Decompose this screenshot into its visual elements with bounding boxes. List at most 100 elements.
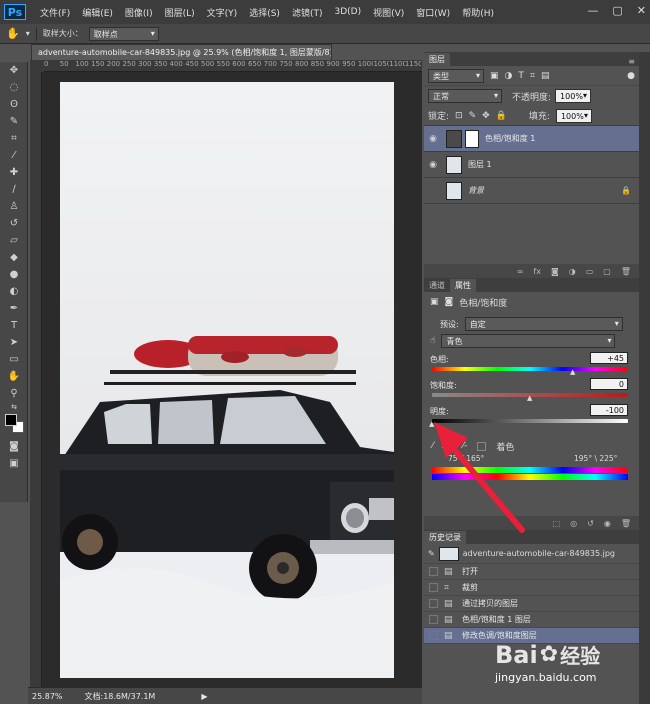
minimize-button[interactable]: —	[587, 4, 598, 17]
history-item[interactable]: ⌗ 裁剪	[424, 580, 639, 596]
move-tool-icon[interactable]: ✥	[0, 62, 28, 79]
paint-bucket-tool-icon[interactable]: ◆	[0, 249, 28, 266]
clone-stamp-tool-icon[interactable]: ♙	[0, 198, 28, 215]
sample-size-select[interactable]: 取样点	[88, 26, 159, 41]
lasso-tool-icon[interactable]: ʘ	[0, 96, 28, 113]
history-snapshot[interactable]: ✎ adventure-automobile-car-849835.jpg	[424, 544, 639, 564]
hand-tool-icon[interactable]: ✋	[0, 368, 28, 385]
new-group-icon[interactable]: ▭	[586, 267, 594, 276]
path-select-tool-icon[interactable]: ➤	[0, 334, 28, 351]
layer-filter-select[interactable]: 类型	[428, 68, 484, 83]
eyedropper-tool-icon[interactable]: ⁄	[0, 147, 28, 164]
menu-edit[interactable]: 编辑(E)	[76, 6, 119, 19]
menu-layer[interactable]: 图层(L)	[159, 6, 201, 19]
layer-row[interactable]: ◉ 图层 1	[424, 152, 639, 178]
swap-colors-icon[interactable]: ⇆	[0, 402, 28, 412]
history-checkbox[interactable]	[429, 583, 438, 592]
history-brush-tool-icon[interactable]: ↺	[0, 215, 28, 232]
screen-mode-icon[interactable]: ▣	[0, 455, 28, 472]
healing-brush-tool-icon[interactable]: ✚	[0, 164, 28, 181]
close-button[interactable]: ✕	[637, 4, 646, 17]
opacity-input[interactable]: 100%	[555, 89, 592, 103]
document-image[interactable]	[60, 82, 394, 678]
lock-transparent-icon[interactable]: ⊡	[455, 111, 463, 121]
menu-image[interactable]: 图像(I)	[119, 6, 159, 19]
zoom-level[interactable]: 25.87%	[32, 692, 63, 701]
menu-help[interactable]: 帮助(H)	[456, 6, 500, 19]
menu-3d[interactable]: 3D(D)	[328, 7, 367, 17]
saturation-input[interactable]: 0	[590, 378, 628, 390]
link-layers-icon[interactable]: ∞	[517, 267, 524, 276]
history-item[interactable]: ▤ 打开	[424, 564, 639, 580]
status-menu-arrow-icon[interactable]: ▶	[201, 692, 207, 701]
saturation-slider-handle[interactable]: ▲	[527, 394, 532, 402]
layer-style-icon[interactable]: fx	[533, 267, 541, 276]
quick-select-tool-icon[interactable]: ✎	[0, 113, 28, 130]
blur-tool-icon[interactable]: ●	[0, 266, 28, 283]
lock-position-icon[interactable]: ✥	[482, 111, 490, 121]
color-swatches[interactable]	[0, 412, 27, 438]
foreground-color-swatch[interactable]	[5, 414, 17, 426]
layer-row[interactable]: 背景 🔒	[424, 178, 639, 204]
blend-mode-select[interactable]: 正常	[428, 89, 502, 103]
brush-tool-icon[interactable]: ∕	[0, 181, 28, 198]
marquee-tool-icon[interactable]: ◌	[0, 79, 28, 96]
zoom-tool-icon[interactable]: ⚲	[0, 385, 28, 402]
history-item[interactable]: ▤ 色相/饱和度 1 图层	[424, 612, 639, 628]
rectangle-tool-icon[interactable]: ▭	[0, 351, 28, 368]
filter-smart-icon[interactable]: ▤	[541, 71, 550, 81]
hue-slider[interactable]	[432, 367, 628, 371]
lightness-input[interactable]: -100	[590, 404, 628, 416]
tab-layers[interactable]: 图层	[424, 53, 450, 66]
preset-select[interactable]: 自定	[464, 317, 623, 331]
dodge-tool-icon[interactable]: ◐	[0, 283, 28, 300]
menu-select[interactable]: 选择(S)	[243, 6, 286, 19]
visibility-toggle[interactable]	[424, 186, 442, 196]
filter-toggle-icon[interactable]: ●	[627, 71, 635, 81]
filter-adjust-icon[interactable]: ◑	[505, 71, 513, 81]
filter-shape-icon[interactable]: ⌗	[530, 71, 535, 81]
quick-mask-icon[interactable]: ◙	[0, 438, 28, 455]
history-item[interactable]: ▤ 通过拷贝的图层	[424, 596, 639, 612]
menu-type[interactable]: 文字(Y)	[201, 6, 244, 19]
menu-file[interactable]: 文件(F)	[34, 6, 76, 19]
history-checkbox[interactable]	[429, 615, 438, 624]
history-checkbox[interactable]	[429, 567, 438, 576]
reset-icon[interactable]: ↺	[587, 519, 594, 528]
maximize-button[interactable]: ▢	[612, 4, 622, 17]
history-checkbox[interactable]	[429, 631, 438, 640]
panel-scrollbar[interactable]	[639, 52, 650, 704]
new-layer-icon[interactable]: ▢	[603, 267, 611, 276]
hue-input[interactable]: +45	[590, 352, 628, 364]
layer-row[interactable]: ◉ 色相/饱和度 1	[424, 126, 639, 152]
history-checkbox[interactable]	[429, 599, 438, 608]
eyedropper-tool-icon[interactable]: ✋	[6, 27, 20, 40]
target-adjust-icon[interactable]: ☝	[430, 336, 435, 346]
pen-tool-icon[interactable]: ✒	[0, 300, 28, 317]
add-mask-icon[interactable]: ◙	[551, 267, 559, 276]
eraser-tool-icon[interactable]: ▱	[0, 232, 28, 249]
panel-menu-icon[interactable]: ≡	[628, 57, 639, 66]
menu-window[interactable]: 窗口(W)	[410, 6, 456, 19]
visibility-eye-icon[interactable]: ◉	[424, 134, 442, 144]
type-tool-icon[interactable]: T	[0, 317, 28, 334]
history-brush-icon[interactable]: ✎	[428, 549, 435, 558]
tab-properties[interactable]: 属性	[450, 279, 476, 292]
tab-channels[interactable]: 通道	[424, 279, 450, 292]
lock-all-icon[interactable]: 🔒	[496, 111, 507, 121]
channel-select[interactable]: 青色	[441, 334, 616, 348]
tool-preset-dropdown[interactable]: ▾	[26, 29, 30, 38]
delete-adjustment-icon[interactable]: 🗑	[621, 519, 631, 528]
lock-pixels-icon[interactable]: ✎	[469, 111, 477, 121]
toggle-visibility-icon[interactable]: ◉	[604, 519, 611, 528]
filter-pixel-icon[interactable]: ▣	[490, 71, 499, 81]
filter-type-icon[interactable]: T	[518, 71, 524, 81]
crop-tool-icon[interactable]: ⌗	[0, 130, 28, 147]
trash-icon[interactable]: 🗑	[621, 267, 631, 276]
visibility-eye-icon[interactable]: ◉	[424, 160, 442, 170]
document-info[interactable]: 文档:18.6M/37.1M	[85, 691, 156, 702]
layer-mask-thumbnail[interactable]	[465, 129, 479, 148]
mask-icon[interactable]: ◙	[445, 297, 454, 307]
hue-slider-handle[interactable]: ▲	[570, 368, 575, 376]
view-previous-icon[interactable]: ◎	[570, 519, 577, 528]
